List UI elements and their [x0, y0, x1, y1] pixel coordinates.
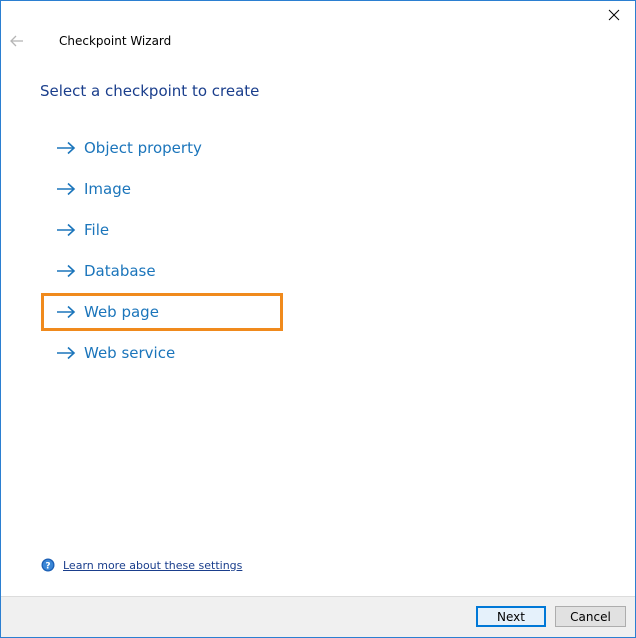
- help-icon: ?: [41, 558, 55, 572]
- option-label: Database: [84, 262, 156, 280]
- right-arrow-icon: [56, 222, 78, 238]
- option-label: Web page: [84, 303, 159, 321]
- svg-text:?: ?: [45, 562, 50, 572]
- option-label: Image: [84, 180, 131, 198]
- wizard-window: Checkpoint Wizard Select a checkpoint to…: [0, 0, 636, 638]
- right-arrow-icon: [56, 140, 78, 156]
- page-heading: Select a checkpoint to create: [40, 82, 260, 100]
- option-object-property[interactable]: Object property: [41, 129, 283, 167]
- help-row: ? Learn more about these settings: [41, 558, 242, 572]
- option-label: Web service: [84, 344, 176, 362]
- right-arrow-icon: [56, 181, 78, 197]
- close-icon: [608, 9, 620, 21]
- option-database[interactable]: Database: [41, 252, 283, 290]
- back-button[interactable]: [7, 31, 27, 51]
- learn-more-link[interactable]: Learn more about these settings: [63, 559, 242, 572]
- option-label: File: [84, 221, 110, 239]
- right-arrow-icon: [56, 345, 78, 361]
- back-arrow-icon: [10, 35, 23, 47]
- cancel-button[interactable]: Cancel: [555, 606, 626, 627]
- right-arrow-icon: [56, 263, 78, 279]
- option-web-page[interactable]: Web page: [41, 293, 283, 331]
- footer-bar: Next Cancel: [1, 596, 635, 637]
- right-arrow-icon: [56, 304, 78, 320]
- option-file[interactable]: File: [41, 211, 283, 249]
- next-button[interactable]: Next: [476, 606, 546, 627]
- close-button[interactable]: [603, 5, 625, 25]
- option-image[interactable]: Image: [41, 170, 283, 208]
- wizard-title: Checkpoint Wizard: [59, 34, 172, 48]
- option-label: Object property: [84, 139, 202, 157]
- option-web-service[interactable]: Web service: [41, 334, 283, 372]
- checkpoint-options-list: Object property Image File Database Web …: [41, 129, 301, 375]
